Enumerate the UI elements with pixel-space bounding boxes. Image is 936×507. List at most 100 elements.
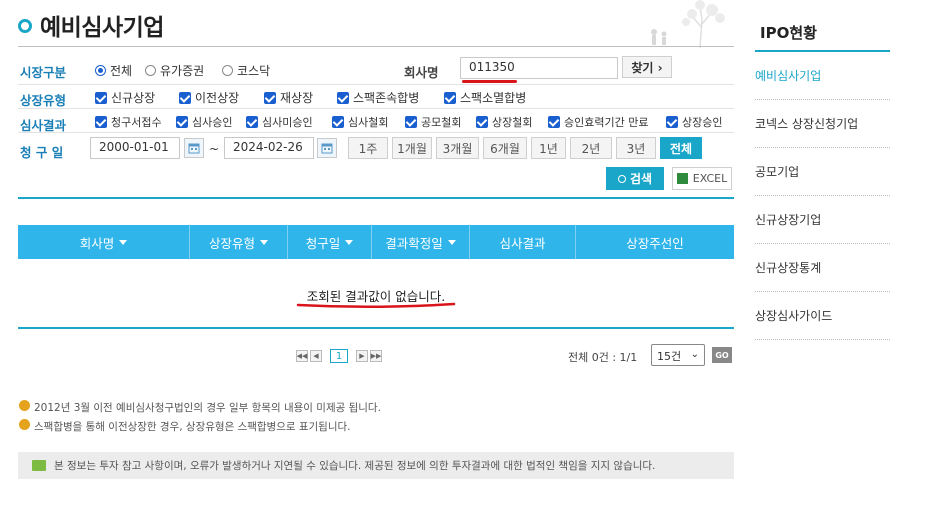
checkbox-checked-icon[interactable] (95, 116, 107, 128)
period-1m-button[interactable]: 1개월 (392, 137, 432, 159)
result-summary: 전체 0건 : 1/1 (568, 351, 638, 364)
checkbox-checked-icon[interactable] (476, 116, 488, 128)
pagination: ◀◀ ◀ 1 ▶ ▶▶ (296, 349, 382, 363)
period-1y-button[interactable]: 1년 (531, 137, 566, 159)
sort-down-icon (345, 239, 354, 245)
disclaimer-box: 본 정보는 투자 참고 사항이며, 오류가 발생하거나 지연될 수 있습니다. … (18, 452, 734, 479)
circle-bullet-icon (18, 19, 32, 33)
checkbox-checked-icon[interactable] (179, 91, 191, 104)
market-option-kosdaq[interactable]: 코스닥 (222, 62, 270, 79)
table-bottom-border (18, 327, 734, 329)
radio-icon[interactable] (145, 65, 156, 76)
sidebar-item-konex-applicants[interactable]: 코넥스 상장신청기업 (755, 100, 890, 148)
bulb-icon (19, 400, 30, 411)
date-from-input[interactable]: 2000-01-01 (90, 137, 180, 159)
checkbox-checked-icon[interactable] (666, 116, 678, 128)
listing-type-label: 상장유형 (20, 93, 67, 108)
prev-page-icon[interactable]: ◀ (310, 350, 322, 362)
checkbox-checked-icon[interactable] (444, 91, 456, 104)
chevron-down-icon: ⌄ (690, 349, 699, 360)
checkbox-checked-icon[interactable] (246, 116, 258, 128)
sidebar-item-preliminary-review[interactable]: 예비심사기업 (755, 52, 890, 100)
page-title: 예비심사기업 (18, 8, 164, 42)
sidebar-item-review-guide[interactable]: 상장심사가이드 (755, 292, 890, 340)
excel-button[interactable]: EXCEL (672, 167, 732, 190)
period-3y-button[interactable]: 3년 (616, 137, 656, 159)
market-label: 시장구분 (20, 65, 67, 80)
listing-type-spac-surviving[interactable]: 스팩존속합병 (337, 89, 419, 106)
period-2y-button[interactable]: 2년 (570, 137, 612, 159)
sidebar-item-offering-companies[interactable]: 공모기업 (755, 148, 890, 196)
go-button[interactable]: GO (712, 347, 732, 363)
column-decision-date[interactable]: 결과확정일 (372, 225, 470, 259)
calendar-icon[interactable] (317, 138, 337, 158)
date-separator: ~ (209, 142, 220, 156)
company-label: 회사명 (404, 65, 439, 80)
result-listing-approved[interactable]: 상장승인 (666, 114, 722, 130)
sort-down-icon (260, 239, 268, 245)
page-size-select[interactable]: 15건 ⌄ (651, 344, 705, 366)
request-date-label: 청 구 일 (20, 145, 64, 160)
row-divider (18, 132, 734, 133)
date-to-input[interactable]: 2024-02-26 (224, 137, 314, 159)
market-option-all[interactable]: 전체 (95, 62, 132, 79)
checkbox-checked-icon[interactable] (176, 116, 188, 128)
red-underline-annotation (462, 80, 517, 83)
tree-decoration-icon (651, 0, 725, 48)
info-board-icon (32, 460, 46, 471)
note-item: 스팩합병을 통해 이전상장한 경우, 상장유형은 스팩합병으로 표기됩니다. (19, 419, 351, 434)
listing-type-transfer[interactable]: 이전상장 (179, 89, 239, 106)
column-company[interactable]: 회사명 (18, 225, 190, 259)
checkbox-checked-icon[interactable] (405, 116, 417, 128)
market-option-kospi[interactable]: 유가증권 (145, 62, 204, 79)
sidebar-item-new-listings[interactable]: 신규상장기업 (755, 196, 890, 244)
next-page-icon[interactable]: ▶ (356, 350, 368, 362)
radio-selected-icon[interactable] (95, 65, 106, 76)
company-search-input[interactable]: 011350 (460, 57, 618, 79)
find-button[interactable]: 찾기 › (622, 56, 672, 78)
result-received[interactable]: 청구서접수 (95, 114, 162, 130)
period-all-button[interactable]: 전체 (660, 137, 702, 159)
result-approved[interactable]: 심사승인 (176, 114, 232, 130)
checkbox-checked-icon[interactable] (548, 116, 560, 128)
sidebar-item-listing-stats[interactable]: 신규상장통계 (755, 244, 890, 292)
row-divider (18, 84, 734, 85)
result-approval-expired[interactable]: 승인효력기간 만료 (548, 114, 648, 130)
listing-type-relisting[interactable]: 재상장 (264, 89, 313, 106)
first-page-icon[interactable]: ◀◀ (296, 350, 308, 362)
column-underwriter: 상장주선인 (626, 235, 684, 251)
checkbox-checked-icon[interactable] (332, 116, 344, 128)
search-icon (617, 174, 626, 183)
result-not-approved[interactable]: 심사미승인 (246, 114, 313, 130)
last-page-icon[interactable]: ▶▶ (370, 350, 382, 362)
period-1w-button[interactable]: 1주 (348, 137, 388, 159)
note-item: 2012년 3월 이전 예비심사청구법인의 경우 일부 항목의 내용이 미제공 … (19, 400, 381, 415)
current-page[interactable]: 1 (330, 349, 348, 363)
column-listing-type[interactable]: 상장유형 (190, 225, 288, 259)
sort-down-icon (119, 239, 128, 245)
result-listing-withdrawn[interactable]: 상장철회 (476, 114, 532, 130)
period-6m-button[interactable]: 6개월 (483, 137, 527, 159)
calendar-icon[interactable] (184, 138, 204, 158)
excel-icon (676, 173, 688, 184)
red-underline-annotation (296, 302, 456, 309)
row-divider (18, 108, 734, 109)
listing-type-new[interactable]: 신규상장 (95, 89, 155, 106)
result-withdrawn[interactable]: 심사철회 (332, 114, 388, 130)
bulb-icon (19, 419, 30, 430)
checkbox-checked-icon[interactable] (337, 91, 349, 104)
table-header: 회사명 상장유형 청구일 결과확정일 심사결과 상장주선인 (18, 225, 734, 259)
main-content: 예비심사기업 시장구분 전체 유가증권 코스닥 회사명 011350 찾기 › … (0, 0, 745, 507)
checkbox-checked-icon[interactable] (264, 91, 276, 104)
checkbox-checked-icon[interactable] (95, 91, 107, 104)
radio-icon[interactable] (222, 65, 233, 76)
sort-down-icon (447, 239, 456, 245)
period-3m-button[interactable]: 3개월 (436, 137, 479, 159)
sidebar: IPO현황 예비심사기업 코넥스 상장신청기업 공모기업 신규상장기업 신규상장… (745, 0, 936, 507)
column-result: 심사결과 (470, 225, 576, 259)
result-offering-withdrawn[interactable]: 공모철회 (405, 114, 461, 130)
table-top-border (18, 197, 734, 199)
search-button[interactable]: 검색 (606, 167, 664, 190)
listing-type-spac-dissolved[interactable]: 스팩소멸합병 (444, 89, 526, 106)
column-request-date[interactable]: 청구일 (288, 225, 372, 259)
